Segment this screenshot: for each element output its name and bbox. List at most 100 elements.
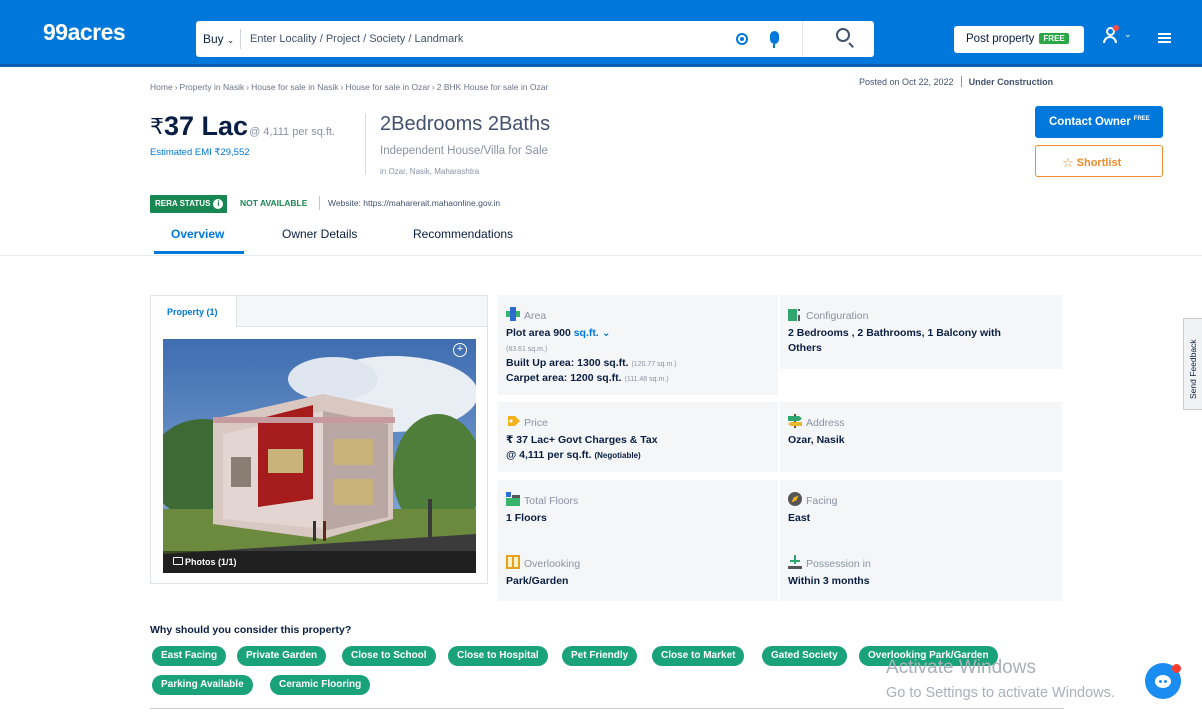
overlooking-label: Overlooking [524, 558, 581, 570]
top-header: 99acres Buy⌄ Post propertyFREE ⌄ [0, 0, 1202, 67]
buy-dropdown[interactable]: Buy ⌄ [203, 32, 234, 46]
reasons-title: Why should you consider this property? [150, 624, 352, 636]
plot-area-value: Plot area 900 [506, 327, 571, 339]
unit-selector[interactable]: sq.ft. ⌄ [574, 327, 611, 339]
photos-count-label: Photos (1/1) [185, 557, 237, 567]
search-input[interactable] [250, 28, 710, 50]
buy-label: Buy [203, 32, 224, 46]
divider [802, 21, 803, 57]
contact-owner-button[interactable]: Contact Owner FREE [1035, 106, 1163, 138]
photo-gallery-icon [173, 557, 183, 565]
compass-icon [788, 492, 802, 506]
reason-chip[interactable]: Gated Society [762, 646, 847, 666]
post-property-button[interactable]: Post property FREE [954, 26, 1084, 53]
price-per-sqft-value: @ 4,111 per sq.ft. [506, 449, 592, 461]
tab-owner-details[interactable]: Owner Details [282, 227, 357, 241]
star-icon: ☆ [1062, 155, 1074, 170]
price-per-sqft: @ 4,111 per sq.ft. [249, 126, 336, 138]
reason-chip[interactable]: Private Garden [237, 646, 327, 666]
site-logo[interactable]: 99acres [43, 19, 126, 46]
search-bar: Buy ⌄ [196, 21, 874, 57]
total-floors-cell: Total Floors 1 Floors [498, 480, 778, 550]
active-tab-indicator [154, 251, 244, 254]
microphone-icon[interactable] [770, 31, 779, 48]
unit-selector-label: sq.ft. [573, 327, 599, 339]
possession-label: Possession in [806, 558, 871, 570]
reason-chip[interactable]: Ceramic Flooring [270, 675, 371, 695]
plot-area-sqm-value: (83.61 sq.m.) [506, 346, 548, 353]
location-target-icon[interactable] [736, 33, 748, 45]
breadcrumb-item[interactable]: 2 BHK House for sale in Ozar [437, 82, 549, 92]
reason-chip[interactable]: Close to Hospital [448, 646, 548, 666]
price-tag-icon [508, 416, 520, 426]
area-cell: Area Plot area 900 sq.ft. ⌄ (83.61 sq.m.… [498, 295, 778, 395]
breadcrumb-item[interactable]: House for sale in Ozar [345, 82, 430, 92]
floors-icon [506, 492, 520, 506]
facing-value: East [788, 512, 811, 524]
overlooking-value: Park/Garden [506, 575, 569, 587]
possession-cell: Possession in Within 3 months [780, 550, 1062, 601]
chat-bot-button[interactable] [1145, 663, 1181, 699]
carpet-area: Carpet area: 1200 sq.ft. (111.48 sq.m.) [506, 372, 669, 386]
breadcrumb-separator: › [340, 82, 344, 92]
reason-chip[interactable]: Close to School [342, 646, 436, 666]
possession-icon [788, 555, 802, 569]
breadcrumb-item[interactable]: House for sale in Nasik [251, 82, 338, 92]
search-icon[interactable] [836, 28, 850, 42]
total-floors-value: 1 Floors [506, 512, 547, 524]
tab-recommendations[interactable]: Recommendations [413, 227, 513, 241]
rera-website[interactable]: Website: https://maharerait.mahaonline.g… [328, 198, 500, 208]
signpost-icon [788, 414, 802, 428]
house-photo-illustration [163, 339, 476, 573]
built-up-area: Built Up area: 1300 sq.ft. (120.77 sq.m.… [506, 357, 677, 371]
post-property-label: Post property [966, 33, 1035, 45]
send-feedback-tab[interactable]: Send Feedback [1183, 318, 1202, 410]
price-label: Price [524, 417, 548, 429]
photo-tab-bar: Property (1) [151, 296, 487, 327]
breadcrumb-item[interactable]: Property in Nasik [180, 82, 245, 92]
reason-chip[interactable]: Pet Friendly [562, 646, 638, 666]
total-floors-label: Total Floors [524, 495, 579, 507]
tab-overview[interactable]: Overview [171, 227, 224, 241]
plot-area: Plot area 900 sq.ft. ⌄ [506, 327, 611, 340]
breadcrumb-item[interactable]: Home [150, 82, 173, 92]
property-details-grid: Area Plot area 900 sq.ft. ⌄ (83.61 sq.m.… [498, 295, 1062, 601]
breadcrumb-separator: › [246, 82, 250, 92]
posted-date: Posted on Oct 22, 2022 [859, 77, 954, 87]
currency-symbol: ₹ [150, 114, 164, 139]
price-cell: Price ₹ 37 Lac+ Govt Charges & Tax @ 4,1… [498, 402, 778, 472]
price-value: ₹ 37 Lac+ Govt Charges & Tax [506, 434, 658, 446]
notification-dot [1113, 25, 1119, 31]
carpet-area-sqm: (111.48 sq.m.) [624, 376, 669, 383]
carpet-area-value: Carpet area: 1200 sq.ft. [506, 372, 622, 384]
info-icon[interactable]: i [213, 199, 224, 209]
facing-label: Facing [806, 495, 838, 507]
price-per-sqft-detail: @ 4,111 per sq.ft. (Negotiable) [506, 449, 641, 462]
photo-card: Property (1) + Photos (1/1) [150, 295, 488, 584]
divider [319, 196, 320, 210]
price-amount: 37 Lac [164, 111, 249, 141]
emi-link[interactable]: Estimated EMI ₹29,552 [150, 147, 250, 158]
property-photo[interactable]: + Photos (1/1) [163, 339, 476, 573]
windows-watermark-subtitle: Go to Settings to activate Windows. [886, 685, 1115, 701]
negotiable-note: (Negotiable) [594, 451, 641, 460]
reason-chip[interactable]: Close to Market [652, 646, 745, 666]
listing-title: 2Bedrooms 2Baths [380, 113, 551, 135]
area-icon [506, 307, 520, 321]
hamburger-menu-icon[interactable] [1158, 33, 1171, 43]
shortlist-button[interactable]: ☆ Shortlist [1035, 145, 1163, 177]
chevron-down-icon: ⌄ [226, 35, 235, 45]
zoom-icon[interactable]: + [453, 343, 467, 357]
photos-count[interactable]: Photos (1/1) [163, 551, 476, 573]
listing-subtitle: Independent House/Villa for Sale [380, 145, 548, 157]
plot-area-sqm: (83.61 sq.m.) [506, 342, 547, 356]
reason-chip[interactable]: Parking Available [152, 675, 253, 695]
possession-value: Within 3 months [788, 575, 870, 587]
built-up-area-sqm: (120.77 sq.m.) [631, 361, 677, 368]
area-label: Area [524, 310, 547, 322]
address-cell: Address Ozar, Nasik [780, 402, 1062, 472]
divider [150, 708, 1064, 709]
tab-property-photos[interactable]: Property (1) [151, 296, 237, 327]
reason-chip[interactable]: East Facing [152, 646, 227, 666]
chevron-down-icon[interactable]: ⌄ [1124, 29, 1132, 40]
